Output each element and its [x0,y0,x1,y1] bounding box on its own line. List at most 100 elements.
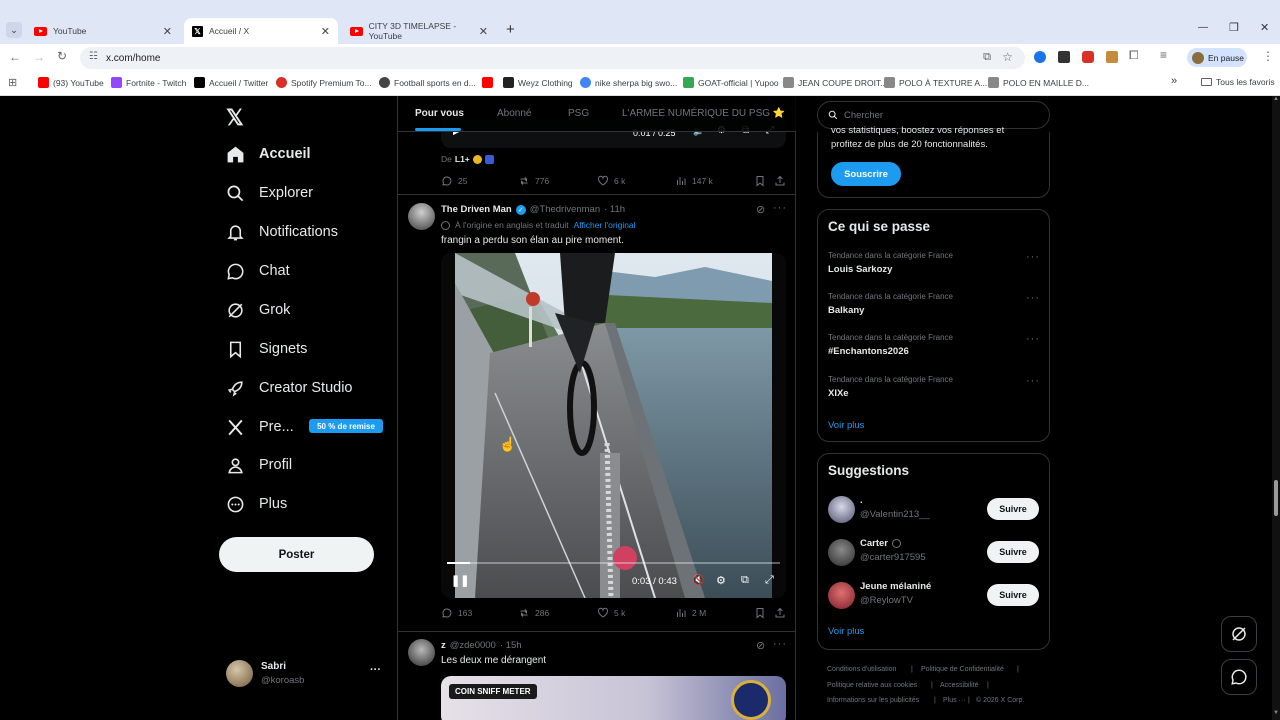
sidebar-item-plus[interactable]: Plus [226,490,287,518]
views-button[interactable]: 2 M [675,607,706,619]
account-more-icon[interactable]: ··· [370,664,381,676]
suggestion-item[interactable]: . @Valentin213__ Suivre [818,493,1049,527]
messages-float-button[interactable] [1221,659,1257,695]
close-tab-icon[interactable]: ✕ [163,25,172,38]
bookmark-item[interactable]: POLO EN MAILLE D... [988,77,1089,88]
bookmark-item[interactable]: (93) YouTube [38,77,104,88]
sidebar-item-premium[interactable]: Pre... [226,413,294,441]
bookmark-item[interactable]: POLO À TEXTURE A... [884,77,987,88]
scroll-up-icon[interactable]: ▲ [1273,96,1279,102]
reply-button[interactable]: 163 [441,607,472,619]
trends-show-more-link[interactable]: Voir plus [828,420,864,431]
browser-tab-x[interactable]: 𝕏 Accueil / X ✕ [184,18,338,44]
grok-icon[interactable]: ⊘ [756,203,765,216]
sidebar-item-signets[interactable]: Signets [226,335,307,363]
tab-pour-vous[interactable]: Pour vous [415,108,464,119]
tweet-media[interactable]: COIN SNIFF METER [441,676,786,720]
trend-item[interactable]: Tendance dans la catégorie France #Encha… [828,333,1040,357]
tab-psg[interactable]: PSG [568,108,589,119]
site-info-icon[interactable]: ☷ [89,51,98,62]
trend-more-icon[interactable]: ··· [1026,251,1040,263]
scrollbar-thumb[interactable] [1274,480,1278,516]
trend-item[interactable]: Tendance dans la catégorie France Louis … [828,251,1040,275]
scroll-down-icon[interactable]: ▼ [1273,710,1279,716]
close-window-icon[interactable]: ✕ [1260,21,1269,34]
sidebar-item-notifications[interactable]: Notifications [226,218,338,246]
author-handle[interactable]: @Thedrivenman [530,204,600,215]
tweet[interactable]: z @zde0000 · 15h ⊘ ··· Les deux me déran… [398,632,796,720]
video-progress-track[interactable] [447,562,780,564]
all-bookmarks-folder[interactable]: Tous les favoris [1201,77,1275,87]
bookmark-item[interactable] [482,77,493,88]
show-original-link[interactable]: Afficher l'original [574,220,636,230]
reply-button[interactable]: 25 [441,175,467,187]
video-player[interactable]: ☝ ❚❚ 0:03 / 0:43 🔇 ⚙ ⧉ ⤢ [441,253,786,598]
extension-icon[interactable] [1034,51,1046,63]
bookmark-item[interactable]: Spotify Premium To... [276,77,372,88]
trend-item[interactable]: Tendance dans la catégorie France Balkan… [828,292,1040,316]
bookmark-item[interactable]: nike sherpa big swo... [580,77,677,88]
follow-button[interactable]: Suivre [987,498,1039,520]
media-control-icon[interactable]: ≡ [1160,48,1167,62]
settings-icon[interactable]: ⚙ [716,574,726,587]
new-tab-button[interactable]: + [506,21,515,38]
post-button[interactable]: Poster [219,537,374,572]
suggestion-item[interactable]: Carter @carter917595 Suivre [818,536,1049,570]
tab-search-button[interactable]: ⌄ [6,22,22,38]
apps-grid-icon[interactable]: ⊞ [8,76,17,89]
tweet[interactable]: The Driven Man ✓ @Thedrivenman · 11h ⊘ ·… [398,195,796,630]
author-name[interactable]: z [441,640,446,651]
sidebar-item-accueil[interactable]: Accueil [226,140,311,168]
fullscreen-icon[interactable]: ⤢ [765,574,774,587]
share-button[interactable] [774,175,786,187]
browser-tab-youtube[interactable]: YouTube ✕ [26,18,180,44]
extension-icon[interactable] [1106,51,1118,63]
footer-link-privacy[interactable]: Politique de Confidentialité [921,666,1004,673]
sidebar-item-creator-studio[interactable]: Creator Studio [226,374,353,402]
extension-icon[interactable] [1082,51,1094,63]
bookmark-button[interactable] [754,607,766,619]
suggestion-item[interactable]: Jeune mélaniné @ReylowTV Suivre [818,579,1049,613]
trend-item[interactable]: Tendance dans la catégorie France XIXe ·… [828,375,1040,399]
footer-link-accessibility[interactable]: Accessibilité [940,682,979,689]
trend-more-icon[interactable]: ··· [1026,292,1040,304]
install-app-icon[interactable]: ⧉ [983,51,991,64]
author-avatar[interactable] [408,639,435,666]
bookmark-item[interactable]: Weyz Clothing [503,77,573,88]
close-tab-icon[interactable]: ✕ [321,25,330,38]
browser-tab-city-timelapse[interactable]: CITY 3D TIMELAPSE - YouTube ✕ [342,18,496,44]
footer-link-ads[interactable]: Informations sur les publicités [827,697,919,704]
author-avatar[interactable] [408,203,435,230]
footer-link-more[interactable]: Plus ··· [943,697,966,704]
tweet-more-icon[interactable]: ··· [773,638,787,650]
tweet-more-icon[interactable]: ··· [773,202,787,214]
tab-abonne[interactable]: Abonné [497,108,531,119]
grok-icon[interactable]: ⊘ [756,639,765,652]
extension-icon[interactable] [1058,51,1070,63]
minimize-window-icon[interactable]: — [1198,22,1208,33]
pause-icon[interactable]: ❚❚ [451,574,469,587]
views-button[interactable]: 147 k [675,175,713,187]
page-scrollbar[interactable]: ▲ ▼ [1272,96,1280,720]
extensions-puzzle-icon[interactable]: ⧠ [1129,48,1139,63]
repost-button[interactable]: 776 [518,175,549,187]
account-switcher[interactable]: Sabri @koroasb ··· [226,659,386,689]
bookmark-item[interactable]: Football sports en d... [379,77,476,88]
sidebar-item-chat[interactable]: Chat [226,257,290,285]
browser-menu-icon[interactable]: ⋮ [1262,49,1274,63]
bookmark-item[interactable]: Fortnite - Twitch [111,77,186,88]
footer-link-cookies[interactable]: Politique relative aux cookies [827,682,917,689]
sidebar-item-profil[interactable]: Profil [226,451,292,479]
tab-armee-numerique[interactable]: L'ARMEE NUMÉRIQUE DU PSG ⭐ [622,108,785,119]
bookmark-button[interactable] [754,175,766,187]
subscribe-button[interactable]: Souscrire [831,162,901,186]
trend-more-icon[interactable]: ··· [1026,375,1040,387]
share-button[interactable] [774,607,786,619]
tweet-time[interactable]: · 11h [604,204,625,215]
like-button[interactable]: 5 k [597,607,625,619]
bookmark-item[interactable]: Accueil / Twitter [194,77,268,88]
url-bar[interactable]: ☷ x.com/home ⧉ ☆ [80,47,1025,69]
footer-link-terms[interactable]: Conditions d'utilisation [827,666,896,673]
repost-button[interactable]: 286 [518,607,549,619]
x-logo-icon[interactable]: 𝕏 [226,105,244,131]
